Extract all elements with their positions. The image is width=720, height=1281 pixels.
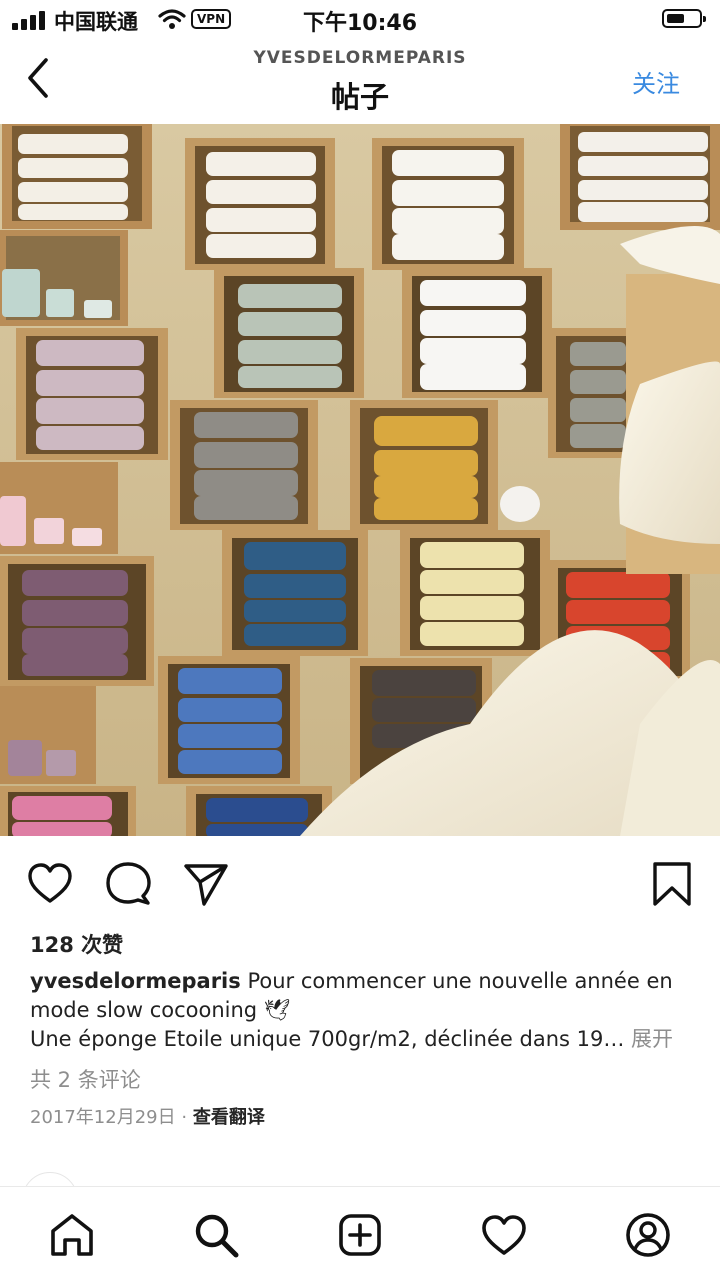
activity-heart-icon[interactable]: [480, 1211, 528, 1259]
heart-icon[interactable]: [26, 860, 74, 908]
account-name[interactable]: YVESDELORMEPARIS: [0, 48, 720, 68]
post-meta: 2017年12月29日 · 查看翻译: [30, 1103, 265, 1129]
bookmark-icon[interactable]: [648, 860, 696, 908]
clock: 下午10:46: [302, 11, 418, 36]
post-caption: yvesdelormeparis Pour commencer une nouv…: [30, 967, 700, 1054]
towel-shelves-photo: [0, 124, 720, 836]
view-comments-link[interactable]: 共 2 条评论: [30, 1064, 141, 1094]
translate-link[interactable]: 查看翻译: [193, 1107, 265, 1128]
follow-button[interactable]: 关注: [632, 64, 680, 99]
likes-count[interactable]: 128 次赞: [30, 929, 123, 959]
comment-icon[interactable]: [104, 860, 152, 908]
post-date: 2017年12月29日: [30, 1107, 176, 1128]
add-post-icon[interactable]: [336, 1211, 384, 1259]
home-icon[interactable]: [48, 1211, 96, 1259]
expand-caption-link[interactable]: 展开: [631, 1027, 673, 1051]
caption-line2: Une éponge Etoile unique 700gr/m2, décli…: [30, 1027, 625, 1051]
bottom-tab-bar: [0, 1186, 720, 1281]
caption-username[interactable]: yvesdelormeparis: [30, 969, 241, 993]
status-bar: 中国联通 VPN 下午10:46: [0, 0, 720, 40]
meta-separator: ·: [181, 1107, 188, 1128]
search-icon[interactable]: [192, 1211, 240, 1259]
page-title: 帖子: [330, 80, 389, 114]
post-image[interactable]: [0, 124, 720, 836]
profile-icon[interactable]: [624, 1211, 672, 1259]
send-icon[interactable]: [182, 860, 230, 908]
battery-icon: [662, 9, 706, 28]
